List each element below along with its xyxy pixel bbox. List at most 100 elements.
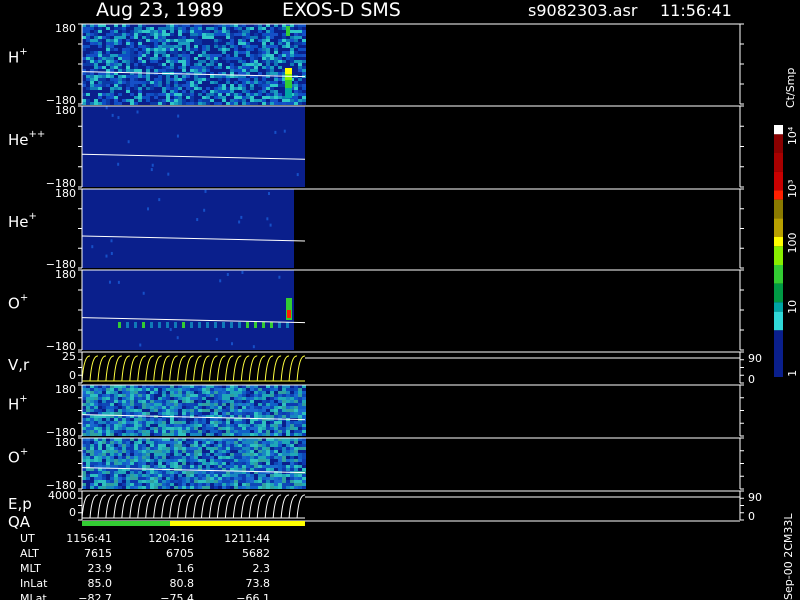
- spectro-cell: [86, 421, 90, 424]
- spectro-cell: [250, 63, 254, 66]
- spectro-cell: [298, 30, 302, 33]
- spectro-cell: [142, 48, 146, 51]
- spectro-cell: [202, 45, 206, 48]
- panel-he2: 180−180He++: [8, 104, 744, 190]
- spectro-cell: [262, 421, 266, 424]
- spectro-cell: [166, 36, 170, 39]
- spectro-cell: [186, 471, 190, 474]
- spectro-cell: [274, 433, 278, 436]
- spectro-cell: [246, 477, 250, 480]
- spectro-cell: [266, 403, 270, 406]
- spectro-cell: [142, 388, 146, 391]
- spectro-cell: [130, 394, 134, 397]
- spectro-cell: [294, 388, 298, 391]
- spectro-cell: [290, 39, 294, 42]
- spectro-cell: [154, 78, 158, 81]
- spectro-cell: [302, 33, 306, 36]
- spectro-cell: [106, 90, 110, 93]
- spectro-cell: [202, 48, 206, 51]
- spectro-cell: [174, 90, 178, 93]
- spectro-cell: [258, 391, 262, 394]
- spectro-cell: [210, 433, 214, 436]
- spectro-cell: [302, 87, 306, 90]
- spectro-cell: [286, 409, 290, 412]
- spectro-cell: [214, 42, 218, 45]
- spectro-cell: [246, 453, 250, 456]
- spectro-cell: [194, 60, 198, 63]
- spectro-cell: [178, 93, 182, 96]
- spectro-cell: [94, 418, 98, 421]
- spectro-cell: [218, 400, 222, 403]
- spectro-cell: [82, 427, 86, 430]
- spectro-cell: [166, 453, 170, 456]
- spectro-cell: [82, 424, 86, 427]
- spectro-cell: [150, 486, 154, 489]
- spectro-cell: [238, 453, 242, 456]
- spectro-cell: [198, 57, 202, 60]
- spectro-cell: [218, 69, 222, 72]
- spectro-speck: [117, 280, 120, 284]
- spectro-cell: [210, 30, 214, 33]
- spectro-cell: [186, 96, 190, 99]
- spectro-cell: [106, 403, 110, 406]
- spectro-cell: [278, 468, 282, 471]
- spectro-cell: [282, 39, 286, 42]
- spectro-cell: [154, 33, 158, 36]
- spectro-cell: [130, 477, 134, 480]
- spectro-cell: [286, 433, 290, 436]
- spectro-cell: [134, 412, 138, 415]
- spectro-cell: [194, 391, 198, 394]
- spectro-cell: [126, 39, 130, 42]
- spectro-cell: [214, 75, 218, 78]
- spectro-cell: [142, 462, 146, 465]
- spectro-cell: [158, 30, 162, 33]
- spectro-cell: [302, 96, 306, 99]
- table-cell: 80.8: [170, 577, 195, 590]
- spectro-cell: [242, 480, 246, 483]
- spectro-cell: [106, 474, 110, 477]
- spectro-cell: [214, 84, 218, 87]
- spectro-cell: [158, 96, 162, 99]
- table-row-label: ALT: [20, 547, 39, 560]
- spectro-cell: [218, 453, 222, 456]
- spectro-cell: [202, 60, 206, 63]
- spectro-cell: [198, 48, 202, 51]
- spectro-cell: [146, 81, 150, 84]
- spectro-cell: [122, 397, 126, 400]
- spectro-cell: [250, 433, 254, 436]
- spectro-cell: [258, 474, 262, 477]
- spectro-cell: [214, 30, 218, 33]
- spectro-cell: [90, 102, 94, 105]
- spectro-cell: [158, 406, 162, 409]
- spectro-cell: [214, 90, 218, 93]
- spectro-cell: [238, 394, 242, 397]
- spectro-cell: [138, 397, 142, 400]
- spectro-cell: [206, 54, 210, 57]
- spectro-cell: [278, 90, 282, 93]
- spectro-cell: [298, 412, 302, 415]
- spectro-cell: [102, 30, 106, 33]
- spectro-cell: [162, 87, 166, 90]
- spectro-cell: [250, 406, 254, 409]
- spectro-cell: [282, 45, 286, 48]
- spectro-cell: [186, 66, 190, 69]
- spectro-cell: [206, 394, 210, 397]
- spectro-cell: [218, 30, 222, 33]
- spectro-cell: [138, 102, 142, 105]
- spectro-cell: [282, 42, 286, 45]
- spectro-cell: [298, 33, 302, 36]
- spectro-cell: [206, 42, 210, 45]
- spectro-cell: [250, 391, 254, 394]
- spectro-cell: [174, 427, 178, 430]
- spectro-cell: [150, 69, 154, 72]
- spectro-cell: [278, 394, 282, 397]
- spectro-cell: [258, 480, 262, 483]
- spectro-cell: [82, 66, 86, 69]
- spectro-cell: [294, 72, 298, 75]
- spectro-cell: [154, 409, 158, 412]
- spectro-cell: [234, 102, 238, 105]
- spectro-cell: [110, 424, 114, 427]
- spectro-cell: [142, 60, 146, 63]
- spectro-cell: [122, 93, 126, 96]
- spectro-cell: [202, 30, 206, 33]
